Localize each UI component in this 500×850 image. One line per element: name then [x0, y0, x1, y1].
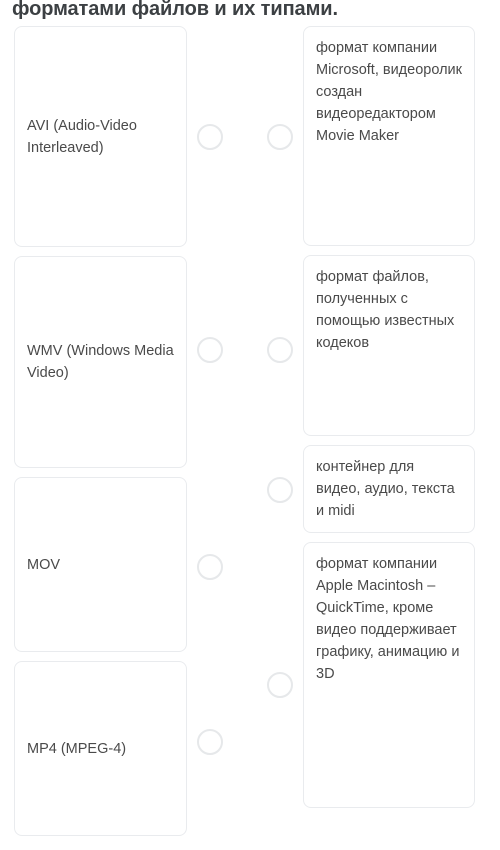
right-option-card-1[interactable]: формат компании Microsoft, видеоролик со…: [303, 26, 475, 246]
left-option-label-3: MOV: [27, 556, 61, 573]
left-option-label-2: WMV (Windows Media Video): [27, 343, 174, 381]
left-radio-1[interactable]: [197, 124, 223, 150]
left-option-card-3[interactable]: MOV: [14, 477, 187, 652]
right-option-label-3: контейнер для видео, аудио, текста и mid…: [316, 459, 455, 519]
right-radio-4[interactable]: [267, 672, 293, 698]
right-radio-1[interactable]: [267, 124, 293, 150]
right-option-label-2: формат файлов, полученных с помощью изве…: [316, 269, 455, 351]
right-option-card-3[interactable]: контейнер для видео, аудио, текста и mid…: [303, 445, 475, 533]
left-column: AVI (Audio-Video Interleaved) WMV (Windo…: [14, 26, 187, 845]
right-radio-3[interactable]: [267, 477, 293, 503]
right-option-label-4: формат компании Apple Macintosh – QuickT…: [316, 556, 460, 682]
left-radio-2[interactable]: [197, 337, 223, 363]
right-option-label-1: формат компании Microsoft, видеоролик со…: [316, 40, 462, 144]
right-radio-2[interactable]: [267, 337, 293, 363]
matching-exercise-page: форматами файлов и их типами. AVI (Audio…: [0, 0, 500, 850]
left-radio-4[interactable]: [197, 729, 223, 755]
page-title: форматами файлов и их типами.: [12, 0, 338, 20]
left-option-card-4[interactable]: MP4 (MPEG-4): [14, 661, 187, 836]
right-option-card-4[interactable]: формат компании Apple Macintosh – QuickT…: [303, 542, 475, 808]
left-option-card-2[interactable]: WMV (Windows Media Video): [14, 256, 187, 468]
left-option-label-4: MP4 (MPEG-4): [27, 740, 127, 757]
right-column: формат компании Microsoft, видеоролик со…: [303, 26, 475, 817]
right-option-card-2[interactable]: формат файлов, полученных с помощью изве…: [303, 255, 475, 436]
left-option-card-1[interactable]: AVI (Audio-Video Interleaved): [14, 26, 187, 247]
left-radio-3[interactable]: [197, 554, 223, 580]
left-option-label-1: AVI (Audio-Video Interleaved): [27, 117, 137, 156]
